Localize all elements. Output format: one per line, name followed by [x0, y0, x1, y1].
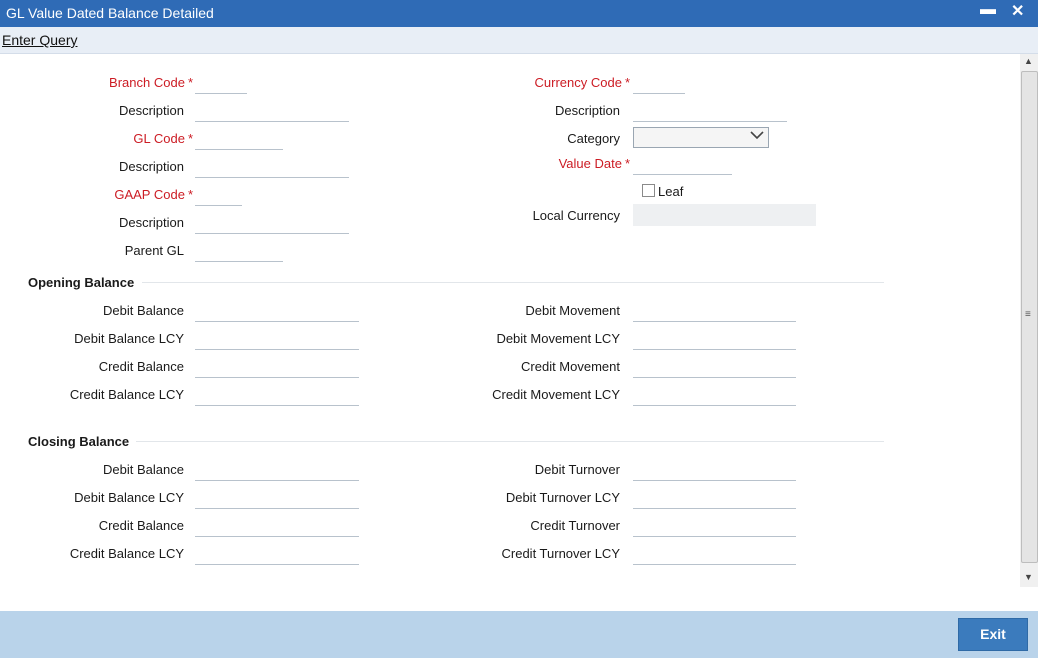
- gl-description-input[interactable]: [195, 157, 349, 178]
- enter-query-link[interactable]: Enter Query: [2, 32, 77, 48]
- opening-credit-balance-lcy-label: Credit Balance LCY: [69, 387, 184, 402]
- parent-gl-label: Parent GL: [124, 243, 184, 258]
- debit-movement-lcy-input[interactable]: [633, 329, 796, 350]
- title-bar: GL Value Dated Balance Detailed ▬ ✕: [0, 0, 1038, 27]
- category-select[interactable]: [633, 127, 769, 148]
- footer-bar: [0, 611, 1038, 658]
- opening-debit-balance-lcy-label: Debit Balance LCY: [74, 331, 184, 346]
- debit-turnover-label: Debit Turnover: [534, 462, 620, 477]
- category-label: Category: [567, 131, 620, 146]
- opening-credit-balance-input[interactable]: [195, 357, 359, 378]
- window-title: GL Value Dated Balance Detailed: [6, 5, 214, 21]
- closing-balance-divider: [136, 441, 884, 442]
- credit-turnover-input[interactable]: [633, 516, 796, 537]
- debit-turnover-lcy-label: Debit Turnover LCY: [505, 490, 620, 505]
- debit-movement-input[interactable]: [633, 301, 796, 322]
- branch-code-label: Branch Code *: [109, 75, 193, 90]
- debit-movement-label: Debit Movement: [525, 303, 620, 318]
- opening-debit-balance-lcy-input[interactable]: [195, 329, 359, 350]
- opening-balance-divider: [142, 282, 884, 283]
- gl-code-label: GL Code *: [133, 131, 193, 146]
- opening-debit-balance-input[interactable]: [195, 301, 359, 322]
- closing-credit-balance-input[interactable]: [195, 516, 359, 537]
- debit-turnover-lcy-input[interactable]: [633, 488, 796, 509]
- credit-turnover-lcy-label: Credit Turnover LCY: [501, 546, 621, 561]
- credit-movement-input[interactable]: [633, 357, 796, 378]
- gaap-code-label: GAAP Code *: [114, 187, 193, 202]
- leaf-checkbox[interactable]: [642, 184, 655, 197]
- opening-credit-balance-lcy-input[interactable]: [195, 385, 359, 406]
- closing-credit-balance-lcy-label: Credit Balance LCY: [69, 546, 184, 561]
- exit-button[interactable]: Exit: [958, 618, 1028, 651]
- closing-balance-title: Closing Balance: [28, 434, 130, 449]
- debit-turnover-input[interactable]: [633, 460, 796, 481]
- currency-description-label: Description: [554, 103, 620, 118]
- gl-description-label: Description: [118, 159, 184, 174]
- gl-code-input[interactable]: [195, 129, 283, 150]
- local-currency-label: Local Currency: [532, 208, 620, 223]
- scroll-up-icon[interactable]: ▲: [1024, 56, 1033, 66]
- minimize-icon[interactable]: ▬: [980, 1, 996, 19]
- menu-bar: Enter Query: [0, 27, 1038, 54]
- value-date-label: Value Date *: [558, 156, 630, 171]
- branch-description-input[interactable]: [195, 101, 349, 122]
- chevron-down-icon: [750, 129, 764, 144]
- closing-debit-balance-input[interactable]: [195, 460, 359, 481]
- closing-debit-balance-lcy-label: Debit Balance LCY: [74, 490, 184, 505]
- closing-debit-balance-label: Debit Balance: [103, 462, 184, 477]
- opening-debit-balance-label: Debit Balance: [103, 303, 184, 318]
- currency-code-input[interactable]: [633, 73, 685, 94]
- closing-debit-balance-lcy-input[interactable]: [195, 488, 359, 509]
- branch-code-input[interactable]: [195, 73, 247, 94]
- closing-credit-balance-label: Credit Balance: [98, 518, 184, 533]
- opening-balance-title: Opening Balance: [28, 275, 135, 290]
- opening-credit-balance-label: Credit Balance: [98, 359, 184, 374]
- debit-movement-lcy-label: Debit Movement LCY: [496, 331, 620, 346]
- close-icon[interactable]: ✕: [1011, 1, 1024, 21]
- credit-movement-lcy-label: Credit Movement LCY: [492, 387, 620, 402]
- local-currency-field: [633, 204, 816, 226]
- scrollbar-grip-icon: ≡: [1025, 309, 1031, 320]
- credit-turnover-label: Credit Turnover: [530, 518, 620, 533]
- form-content: Branch Code * Description GL Code * Descri…: [0, 54, 1020, 610]
- value-date-input[interactable]: [633, 154, 732, 175]
- scroll-down-icon[interactable]: ▼: [1024, 572, 1033, 582]
- parent-gl-input[interactable]: [195, 241, 283, 262]
- closing-credit-balance-lcy-input[interactable]: [195, 544, 359, 565]
- branch-description-label: Description: [118, 103, 184, 118]
- currency-code-label: Currency Code *: [534, 75, 631, 90]
- credit-movement-lcy-input[interactable]: [633, 385, 796, 406]
- gaap-description-input[interactable]: [195, 213, 349, 234]
- gaap-description-label: Description: [118, 215, 184, 230]
- currency-description-input[interactable]: [633, 101, 787, 122]
- leaf-label: Leaf: [658, 184, 684, 199]
- credit-movement-label: Credit Movement: [521, 359, 620, 374]
- gaap-code-input[interactable]: [195, 185, 242, 206]
- credit-turnover-lcy-input[interactable]: [633, 544, 796, 565]
